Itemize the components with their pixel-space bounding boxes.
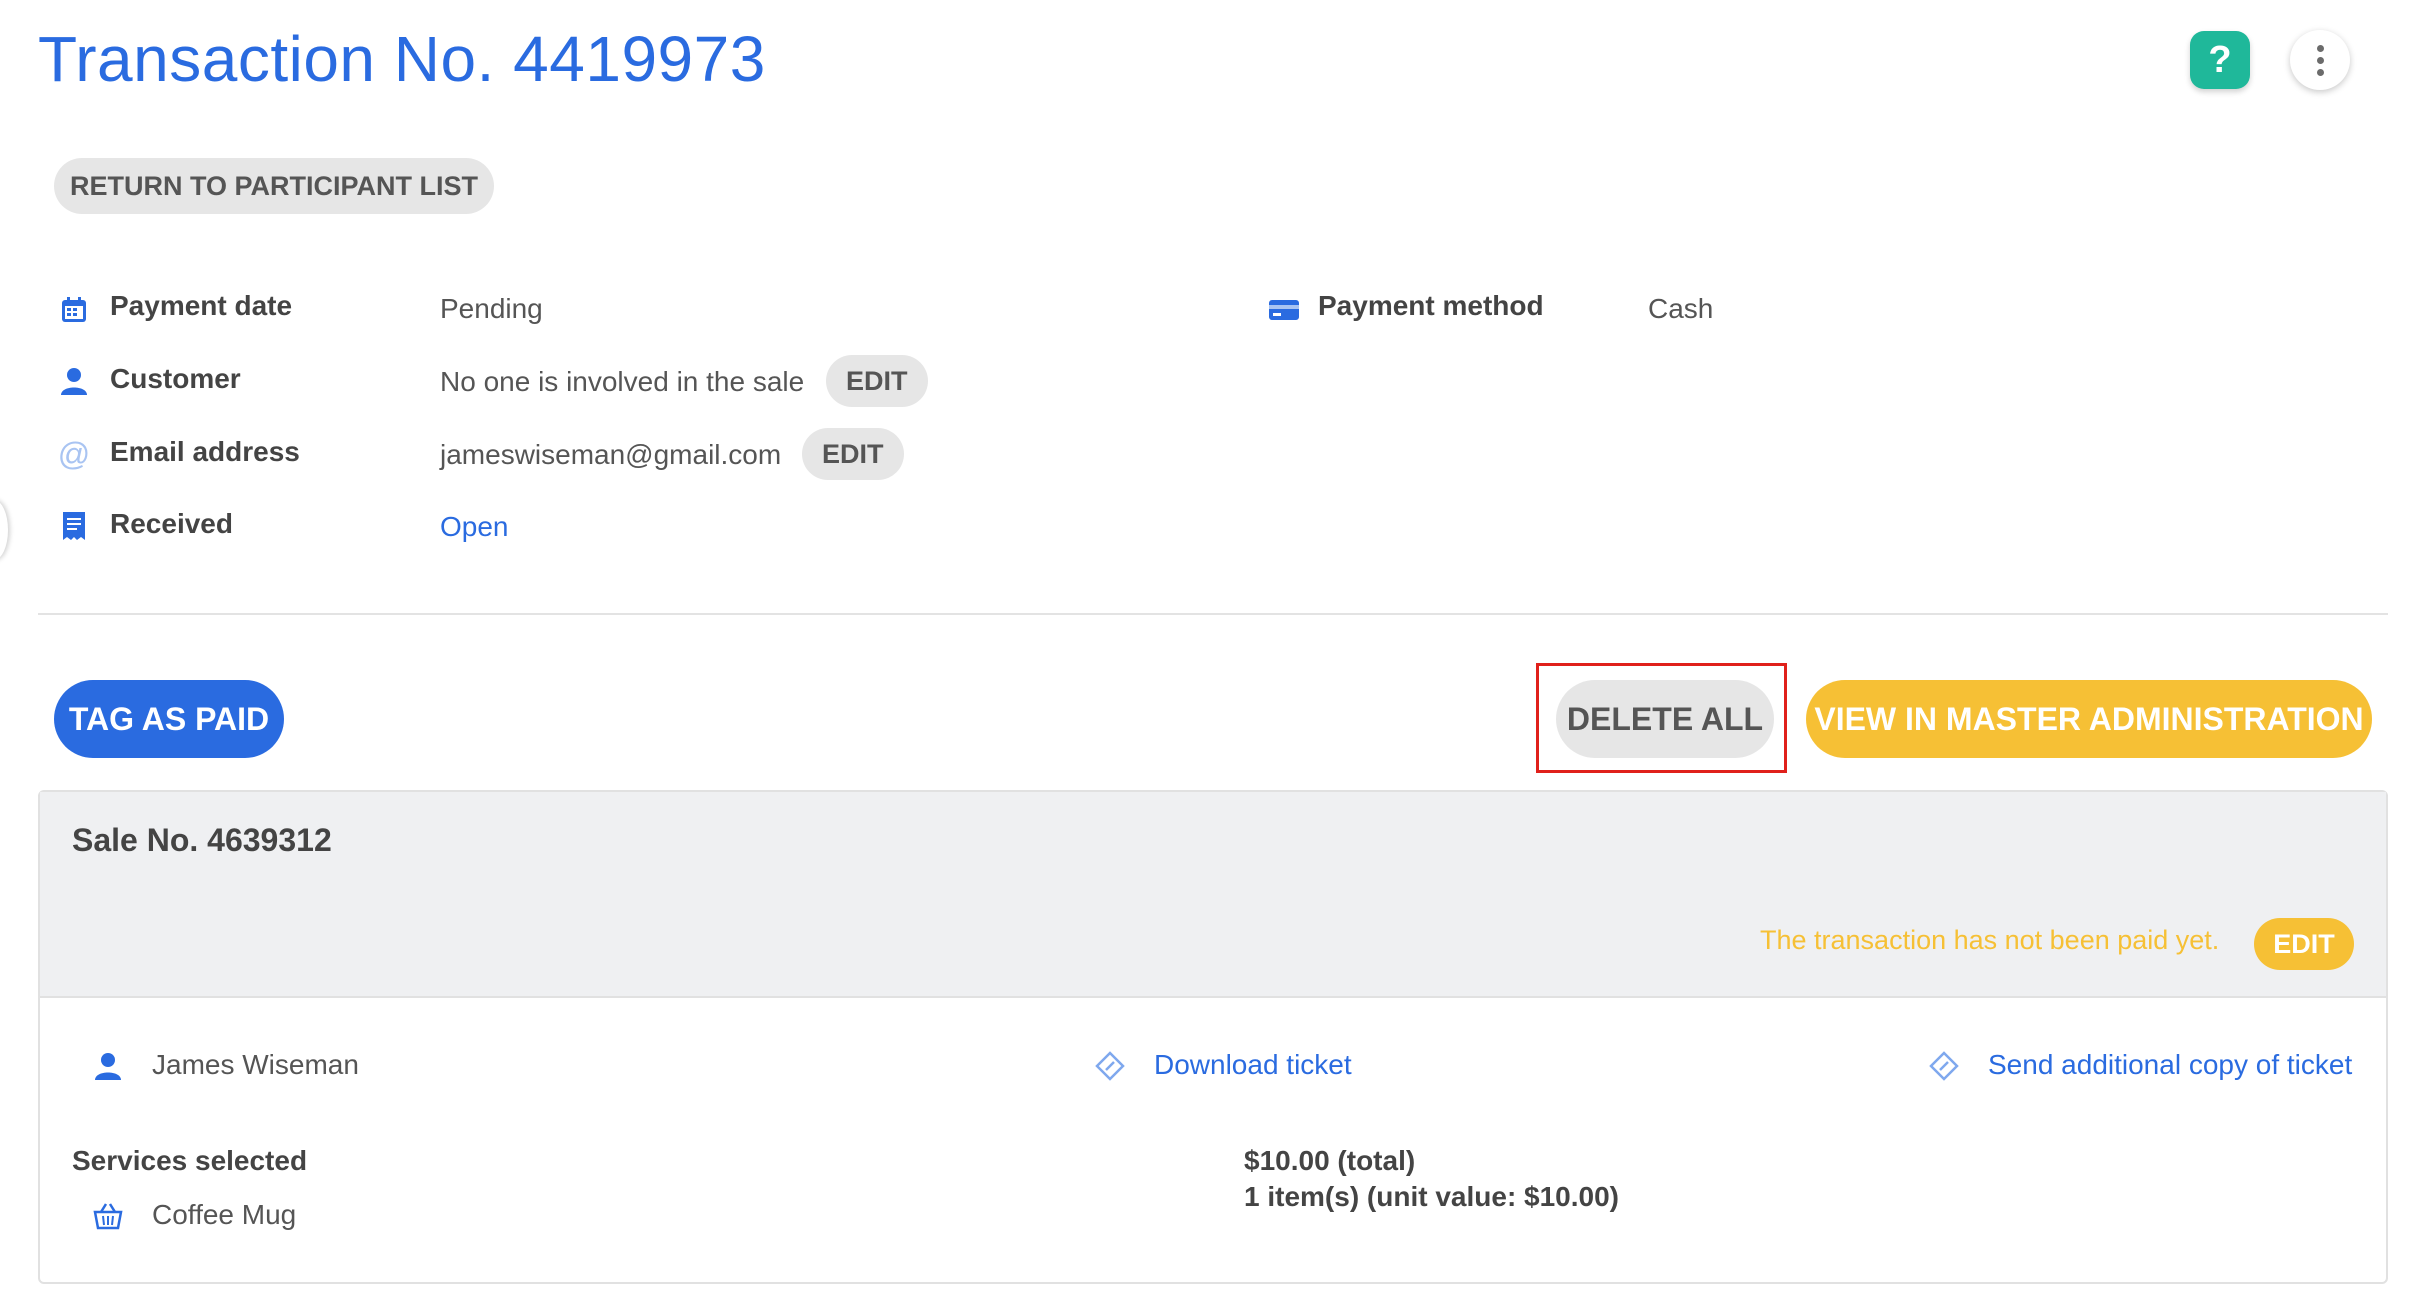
section-divider — [38, 613, 2388, 615]
services-selected-label: Services selected — [72, 1145, 308, 1176]
question-icon: ? — [2208, 38, 2232, 81]
page-title: Transaction No. 4419973 — [38, 23, 766, 95]
customer-value: No one is involved in the sale — [440, 366, 805, 397]
return-to-participant-list-button[interactable]: RETURN TO PARTICIPANT LIST — [54, 158, 494, 214]
basket-icon — [92, 1200, 124, 1232]
calendar-icon — [58, 294, 90, 326]
customer-label: Customer — [110, 363, 241, 394]
sale-total: $10.00 (total) — [1244, 1145, 1416, 1176]
received-open-link[interactable]: Open — [440, 511, 509, 543]
more-dot — [2316, 44, 2324, 52]
edit-customer-button[interactable]: EDIT — [826, 355, 928, 407]
send-additional-copy-link[interactable]: Send additional copy of ticket — [1988, 1049, 2352, 1081]
person-icon — [58, 365, 90, 397]
ticket-icon — [1094, 1050, 1126, 1082]
highlight-box — [1536, 663, 1787, 773]
download-ticket-link[interactable]: Download ticket — [1154, 1049, 1352, 1081]
email-value: jameswiseman@gmail.com — [440, 439, 782, 470]
tag-as-paid-button[interactable]: TAG AS PAID — [54, 680, 284, 758]
edit-sale-button[interactable]: EDIT — [2254, 918, 2354, 970]
help-button[interactable]: ? — [2190, 31, 2250, 89]
at-sign-icon: @ — [57, 435, 91, 472]
payment-date-label: Payment date — [110, 290, 293, 321]
more-dot — [2316, 68, 2324, 76]
payment-method-value: Cash — [1648, 293, 1714, 324]
ticket-icon — [1928, 1050, 1960, 1082]
participant-name: James Wiseman — [152, 1049, 359, 1080]
side-drawer-handle[interactable] — [0, 500, 8, 560]
sale-number: Sale No. 4639312 — [72, 822, 332, 858]
payment-method-label: Payment method — [1318, 290, 1544, 321]
sale-items-count: 1 item(s) (unit value: $10.00) — [1244, 1181, 1620, 1212]
sale-card-header — [40, 792, 2386, 998]
person-icon — [92, 1050, 124, 1082]
more-options-button[interactable] — [2290, 30, 2350, 90]
receipt-icon — [58, 510, 90, 542]
view-in-master-administration-button[interactable]: VIEW IN MASTER ADMINISTRATION — [1806, 680, 2372, 758]
payment-status-text: The transaction has not been paid yet. — [1760, 925, 2220, 955]
more-dot — [2316, 56, 2324, 64]
edit-email-button[interactable]: EDIT — [802, 428, 904, 480]
email-label: Email address — [110, 436, 300, 467]
credit-card-icon — [1268, 294, 1300, 326]
payment-date-value: Pending — [440, 293, 543, 324]
service-item: Coffee Mug — [152, 1199, 297, 1230]
received-label: Received — [110, 508, 233, 539]
